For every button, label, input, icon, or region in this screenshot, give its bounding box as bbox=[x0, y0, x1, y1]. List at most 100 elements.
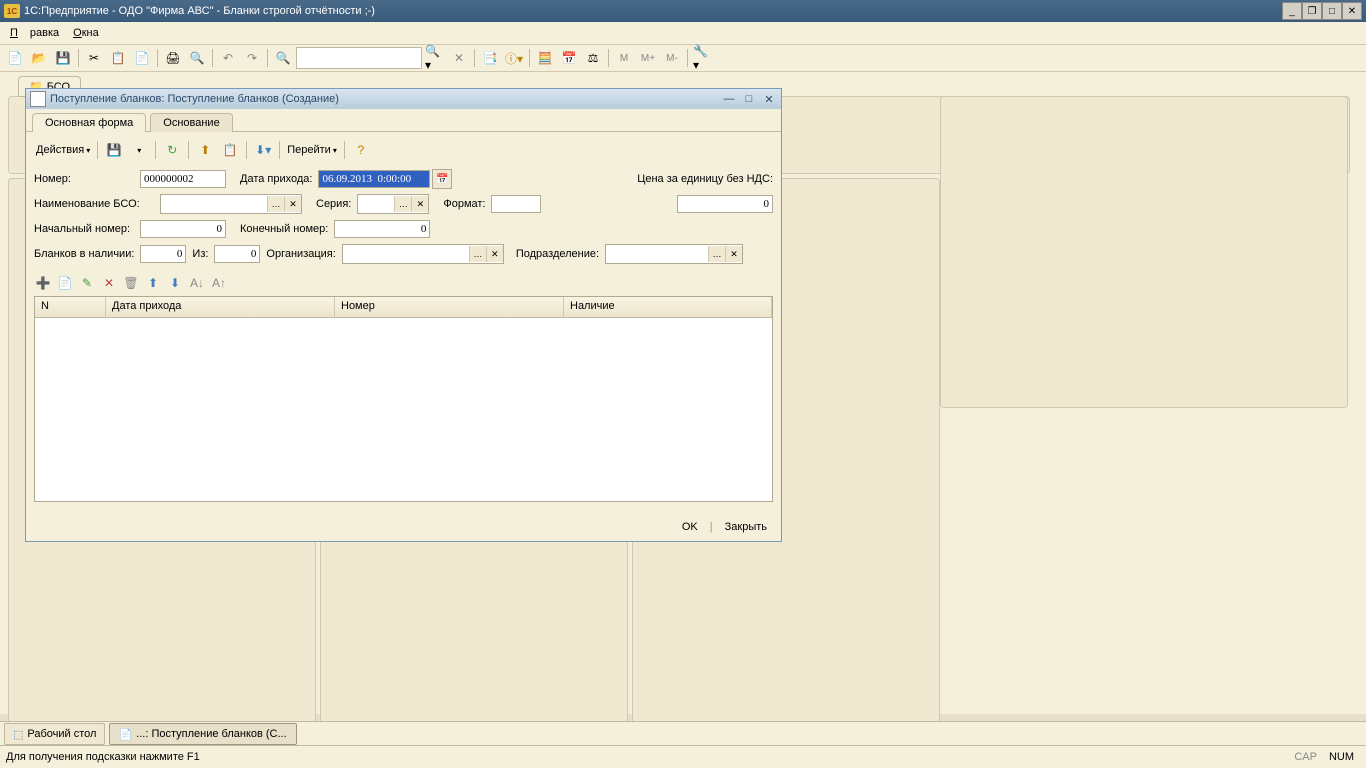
dialog-toolbar: Действия 💾 ▾ ↻ ⬆ 📋 ⬇▾ Перейти ? bbox=[34, 136, 773, 164]
move-up-icon[interactable]: ⬆ bbox=[144, 274, 162, 292]
add-row-icon[interactable]: ➕ bbox=[34, 274, 52, 292]
from-label: Из: bbox=[192, 248, 208, 260]
series-input[interactable] bbox=[358, 196, 394, 212]
task-desktop[interactable]: ⬚ Рабочий стол bbox=[4, 723, 105, 745]
series-ellipsis-button[interactable]: … bbox=[394, 196, 411, 212]
series-field[interactable]: … ✕ bbox=[357, 194, 429, 214]
help-icon[interactable]: ? bbox=[350, 139, 372, 161]
end-num-label: Конечный номер: bbox=[240, 223, 328, 235]
bso-name-input[interactable] bbox=[161, 196, 267, 212]
calendar-picker-icon[interactable]: 📅 bbox=[432, 169, 452, 189]
memory-m-button[interactable]: M bbox=[613, 47, 635, 69]
sort-desc-icon[interactable]: A↑ bbox=[210, 274, 228, 292]
save-dropdown-icon[interactable]: ▾ bbox=[128, 139, 150, 161]
from-input[interactable] bbox=[214, 245, 260, 263]
search-clear-icon[interactable]: ✕ bbox=[448, 47, 470, 69]
actions-menu[interactable]: Действия bbox=[34, 144, 92, 156]
end-num-input[interactable] bbox=[334, 220, 430, 238]
copy-row-icon[interactable]: 📄 bbox=[56, 274, 74, 292]
in-stock-input[interactable] bbox=[140, 245, 186, 263]
date-label: Дата прихода: bbox=[240, 173, 312, 185]
dept-input[interactable] bbox=[606, 246, 708, 262]
panel-5 bbox=[940, 96, 1348, 408]
org-ellipsis-button[interactable]: … bbox=[469, 246, 486, 262]
settings-icon[interactable]: 🔧▾ bbox=[692, 47, 714, 69]
format-input[interactable] bbox=[491, 195, 541, 213]
org-input[interactable] bbox=[343, 246, 469, 262]
structure-icon[interactable]: ⬇▾ bbox=[252, 139, 274, 161]
search-input[interactable] bbox=[296, 47, 422, 69]
move-down-icon[interactable]: ⬇ bbox=[166, 274, 184, 292]
task-document-label: ...: Поступление бланков (С... bbox=[136, 728, 287, 740]
ok-button[interactable]: OK bbox=[678, 519, 702, 535]
minimize-button[interactable]: _ bbox=[1282, 2, 1302, 20]
price-label: Цена за единицу без НДС: bbox=[637, 173, 773, 185]
col-stock[interactable]: Наличие bbox=[564, 297, 772, 317]
cut-icon[interactable]: ✂ bbox=[83, 47, 105, 69]
series-clear-button[interactable]: ✕ bbox=[411, 196, 428, 212]
date-input[interactable] bbox=[318, 170, 430, 188]
desktop-icon: ⬚ bbox=[13, 728, 23, 741]
compare-icon[interactable]: ⚖ bbox=[582, 47, 604, 69]
menu-edit[interactable]: Правка bbox=[4, 25, 65, 41]
tab-main-form[interactable]: Основная форма bbox=[32, 113, 146, 132]
preview-icon[interactable]: 🔍 bbox=[186, 47, 208, 69]
dept-field[interactable]: … ✕ bbox=[605, 244, 743, 264]
dept-clear-button[interactable]: ✕ bbox=[725, 246, 742, 262]
copy-icon[interactable]: 📋 bbox=[107, 47, 129, 69]
paste-icon[interactable]: 📄 bbox=[131, 47, 153, 69]
delete-row-icon[interactable]: ✕ bbox=[100, 274, 118, 292]
sort-asc-icon[interactable]: A↓ bbox=[188, 274, 206, 292]
dialog-titlebar[interactable]: Поступление бланков: Поступление бланков… bbox=[26, 89, 781, 109]
goto-menu[interactable]: Перейти bbox=[285, 144, 339, 156]
col-num[interactable]: Номер bbox=[335, 297, 564, 317]
calc-icon[interactable]: 🧮 bbox=[534, 47, 556, 69]
info-icon[interactable]: ⓘ▾ bbox=[503, 47, 525, 69]
grid-header: N Дата прихода Номер Наличие bbox=[35, 297, 772, 318]
based-on-icon[interactable]: 📋 bbox=[219, 139, 241, 161]
calendar-icon[interactable]: 📅 bbox=[558, 47, 580, 69]
redo-icon[interactable]: ↷ bbox=[241, 47, 263, 69]
dept-ellipsis-button[interactable]: … bbox=[708, 246, 725, 262]
print-icon[interactable]: 🖨 bbox=[162, 47, 184, 69]
bso-name-clear-button[interactable]: ✕ bbox=[284, 196, 301, 212]
task-desktop-label: Рабочий стол bbox=[27, 728, 96, 740]
task-document[interactable]: 📄 ...: Поступление бланков (С... bbox=[109, 723, 297, 745]
new-icon[interactable]: 📄 bbox=[4, 47, 26, 69]
post-icon[interactable]: ⬆ bbox=[194, 139, 216, 161]
memory-mminus-button[interactable]: M- bbox=[661, 47, 683, 69]
open-icon[interactable]: 📂 bbox=[28, 47, 50, 69]
format-label: Формат: bbox=[443, 198, 485, 210]
search-icon[interactable]: 🔍 bbox=[272, 47, 294, 69]
org-clear-button[interactable]: ✕ bbox=[486, 246, 503, 262]
grid[interactable]: N Дата прихода Номер Наличие bbox=[34, 296, 773, 502]
search-next-icon[interactable]: 🔍▾ bbox=[424, 47, 446, 69]
menu-windows[interactable]: Окна bbox=[67, 25, 105, 41]
status-hint: Для получения подсказки нажмите F1 bbox=[6, 751, 200, 763]
restore-button[interactable]: ❐ bbox=[1302, 2, 1322, 20]
org-field[interactable]: … ✕ bbox=[342, 244, 504, 264]
edit-row-icon[interactable]: ✎ bbox=[78, 274, 96, 292]
number-input[interactable] bbox=[140, 170, 226, 188]
dialog-minimize-button[interactable]: — bbox=[721, 92, 737, 106]
maximize-button[interactable]: □ bbox=[1322, 2, 1342, 20]
col-date[interactable]: Дата прихода bbox=[106, 297, 335, 317]
undo-icon[interactable]: ↶ bbox=[217, 47, 239, 69]
price-input[interactable] bbox=[677, 195, 773, 213]
save-icon[interactable]: 💾 bbox=[52, 47, 74, 69]
bso-name-field[interactable]: … ✕ bbox=[160, 194, 302, 214]
save-doc-icon[interactable]: 💾 bbox=[103, 139, 125, 161]
delete-all-icon[interactable]: 🗑 bbox=[122, 274, 140, 292]
close-dialog-button[interactable]: Закрыть bbox=[721, 519, 771, 535]
tab-basis[interactable]: Основание bbox=[150, 113, 232, 132]
dialog-maximize-button[interactable]: □ bbox=[741, 92, 757, 106]
col-n[interactable]: N bbox=[35, 297, 106, 317]
copy-doc-icon[interactable]: 📑 bbox=[479, 47, 501, 69]
dialog-close-button[interactable]: ✕ bbox=[761, 92, 777, 106]
memory-mplus-button[interactable]: M+ bbox=[637, 47, 659, 69]
series-label: Серия: bbox=[316, 198, 351, 210]
start-num-input[interactable] bbox=[140, 220, 226, 238]
bso-name-ellipsis-button[interactable]: … bbox=[267, 196, 284, 212]
refresh-icon[interactable]: ↻ bbox=[161, 139, 183, 161]
close-button[interactable]: ✕ bbox=[1342, 2, 1362, 20]
